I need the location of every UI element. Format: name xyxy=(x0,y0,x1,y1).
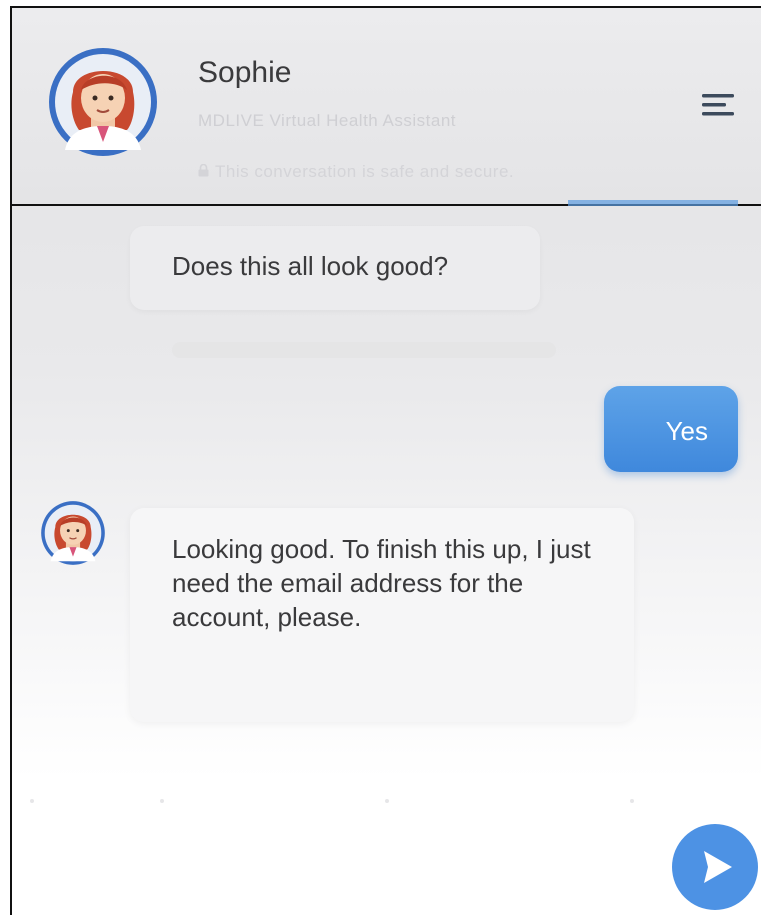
chat-header: Sophie MDLIVE Virtual Health Assistant T… xyxy=(12,8,761,206)
bot-message-text: Does this all look good? xyxy=(172,251,449,281)
bot-message: Does this all look good? xyxy=(130,226,540,310)
assistant-name: Sophie xyxy=(198,56,292,89)
secure-note: This conversation is safe and secure. xyxy=(198,162,514,182)
bot-message-text: Looking good. To finish this up, I just … xyxy=(172,534,591,632)
send-icon xyxy=(704,851,732,883)
faded-message-placeholder xyxy=(172,342,556,358)
doctor-avatar-icon xyxy=(41,501,105,565)
menu-icon[interactable] xyxy=(702,92,738,118)
composer-divider xyxy=(30,799,634,803)
header-accent-strip xyxy=(568,200,738,206)
lock-icon xyxy=(198,164,209,177)
user-message-text: Yes xyxy=(665,416,708,446)
doctor-avatar-icon xyxy=(49,48,157,156)
secure-note-text: This conversation is safe and secure. xyxy=(215,162,515,181)
user-message[interactable]: Yes xyxy=(604,386,738,472)
chat-window: Sophie MDLIVE Virtual Health Assistant T… xyxy=(10,6,761,915)
assistant-subtitle: MDLIVE Virtual Health Assistant xyxy=(198,111,457,130)
send-button[interactable] xyxy=(672,824,758,910)
bot-message: Looking good. To finish this up, I just … xyxy=(130,508,634,722)
